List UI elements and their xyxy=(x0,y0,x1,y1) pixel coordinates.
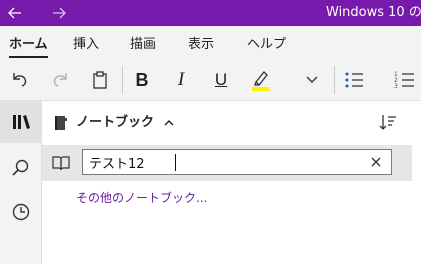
notebook-name-input[interactable] xyxy=(82,149,392,175)
highlighter-icon xyxy=(252,71,270,91)
redo-icon xyxy=(53,73,67,87)
notebook-title-button[interactable]: ノートブック xyxy=(76,101,174,145)
numbered-list-icon: 1 2 3 xyxy=(394,71,414,90)
undo-button[interactable] xyxy=(3,60,35,100)
open-book-icon xyxy=(52,156,70,171)
svg-text:3: 3 xyxy=(394,83,398,90)
ribbon-toolbar: B I U 1 2 3 xyxy=(0,60,421,101)
underline-button[interactable]: U xyxy=(205,60,237,100)
paste-button[interactable] xyxy=(84,60,116,100)
sort-button[interactable] xyxy=(378,113,402,135)
sort-icon xyxy=(379,115,396,130)
tab-home[interactable]: ホーム xyxy=(9,26,48,60)
highlight-button[interactable] xyxy=(245,60,277,100)
back-button[interactable] xyxy=(0,0,30,26)
forward-button[interactable] xyxy=(44,0,74,26)
title-bar: Windows 10 の O xyxy=(0,0,421,26)
window-title: Windows 10 の O xyxy=(326,5,421,20)
recent-nav-button[interactable] xyxy=(0,191,41,233)
notebooks-icon xyxy=(12,115,30,129)
close-icon xyxy=(371,157,381,167)
forward-arrow-icon xyxy=(53,7,66,19)
search-nav-button[interactable] xyxy=(0,147,41,189)
bold-button[interactable]: B xyxy=(126,60,158,100)
text-caret xyxy=(175,154,176,171)
tab-draw[interactable]: 描画 xyxy=(130,26,156,60)
search-icon xyxy=(11,159,28,176)
notebook-icon xyxy=(55,116,67,130)
format-dropdown-button[interactable] xyxy=(296,60,328,100)
italic-button[interactable]: I xyxy=(165,60,197,100)
notebook-panel: ノートブック その他のノートブック... xyxy=(42,101,421,264)
undo-icon xyxy=(13,73,27,87)
redo-button[interactable] xyxy=(45,60,77,100)
numbered-list-button[interactable]: 1 2 3 xyxy=(388,60,420,100)
left-nav xyxy=(0,101,42,264)
tab-help[interactable]: ヘルプ xyxy=(247,26,286,60)
bullet-list-button[interactable] xyxy=(338,60,370,100)
tab-insert[interactable]: 挿入 xyxy=(73,26,99,60)
ribbon-tabs: ホーム 挿入 描画 表示 ヘルプ xyxy=(0,26,421,60)
more-notebooks-link[interactable]: その他のノートブック... xyxy=(76,189,207,206)
back-arrow-icon xyxy=(8,7,21,19)
notebooks-nav-button[interactable] xyxy=(0,101,41,143)
clipboard-icon xyxy=(93,71,107,89)
notebook-header: ノートブック xyxy=(42,101,421,145)
chevron-down-icon xyxy=(306,76,318,83)
bullet-list-icon xyxy=(345,72,363,88)
notebook-title: ノートブック xyxy=(76,115,155,130)
clear-button[interactable] xyxy=(364,151,388,173)
new-notebook-row xyxy=(42,145,412,181)
recent-icon xyxy=(12,203,29,221)
chevron-up-icon xyxy=(164,119,174,125)
tab-view[interactable]: 表示 xyxy=(188,26,214,60)
